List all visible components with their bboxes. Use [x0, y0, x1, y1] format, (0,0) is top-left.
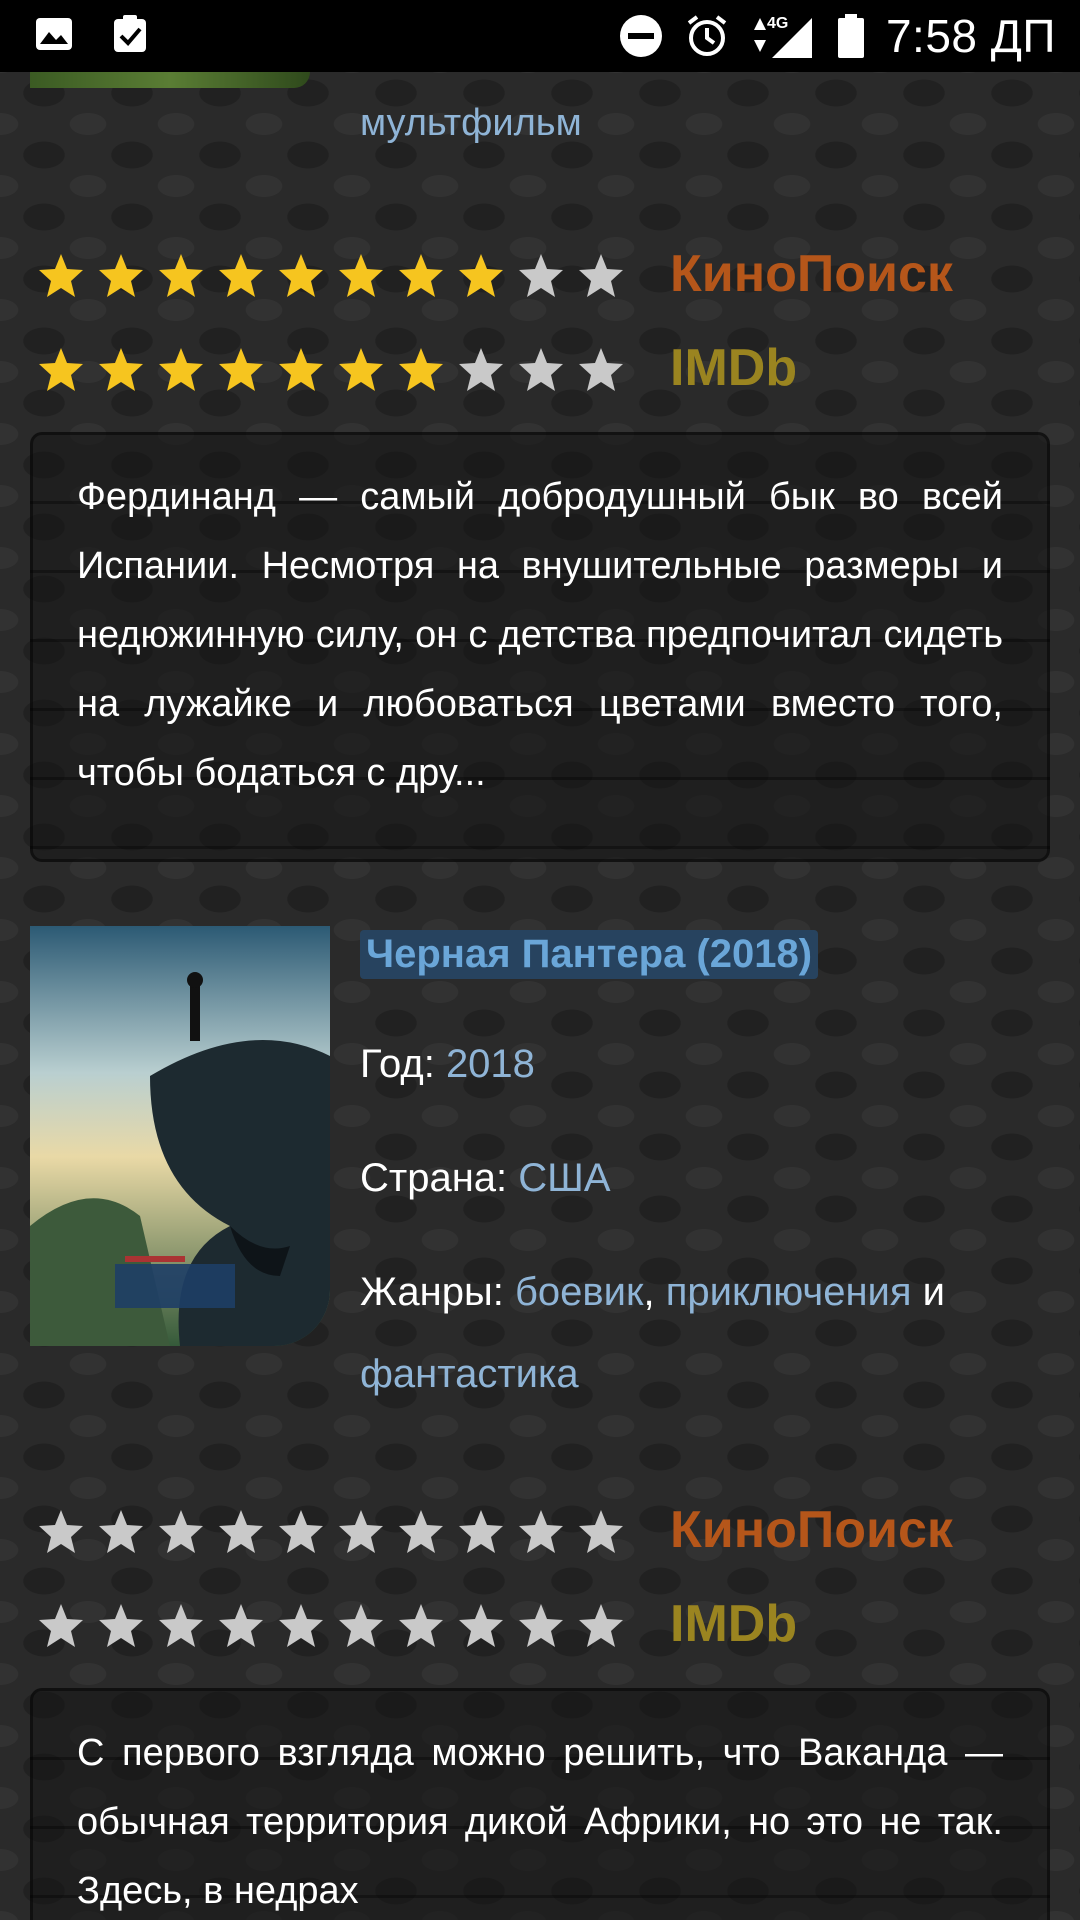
genre-link-cartoon[interactable]: мультфильм	[360, 102, 582, 145]
star-empty-icon[interactable]	[516, 251, 566, 301]
description-text: Фердинанд — самый добродушный бык во все…	[77, 476, 1003, 794]
do-not-disturb-icon	[619, 15, 662, 57]
imdb-label[interactable]: IMDb	[670, 1594, 797, 1654]
star-filled-icon[interactable]	[276, 345, 326, 395]
alarm-icon	[687, 15, 727, 56]
rating-stars	[36, 1601, 626, 1651]
genre-link-scifi[interactable]: фантастика	[360, 1352, 579, 1396]
genres-line-wrap: фантастика	[360, 1352, 579, 1397]
star-empty-icon[interactable]	[576, 1507, 626, 1557]
genre-link-adventure[interactable]: приключения	[666, 1270, 912, 1314]
star-empty-icon[interactable]	[456, 345, 506, 395]
star-empty-icon[interactable]	[576, 1601, 626, 1651]
star-filled-icon[interactable]	[396, 345, 446, 395]
poster-image	[30, 926, 330, 1346]
signal-4g-icon: 4G	[753, 15, 812, 58]
rating-stars	[36, 1507, 626, 1557]
movie-title-link[interactable]: Черная Пантера (2018)	[360, 930, 819, 979]
kinopoisk-label[interactable]: КиноПоиск	[670, 1500, 953, 1560]
status-bar: 4G 7:58 ДП	[0, 0, 1080, 72]
movie-poster[interactable]	[30, 926, 330, 1346]
star-empty-icon[interactable]	[516, 1507, 566, 1557]
image-icon	[36, 18, 72, 50]
clipboard-check-icon	[114, 15, 146, 52]
rating-row-kinopoisk: КиноПоиск	[36, 1501, 953, 1562]
country-link[interactable]: США	[518, 1156, 610, 1200]
kinopoisk-label[interactable]: КиноПоиск	[670, 244, 953, 304]
genre-separator: ,	[643, 1270, 655, 1314]
star-empty-icon[interactable]	[96, 1507, 146, 1557]
previous-movie-poster[interactable]	[30, 72, 310, 88]
star-empty-icon[interactable]	[276, 1601, 326, 1651]
description-box: С первого взгляда можно решить, что Вака…	[30, 1688, 1050, 1920]
genres-label: Жанры:	[360, 1270, 504, 1314]
star-filled-icon[interactable]	[276, 251, 326, 301]
star-empty-icon[interactable]	[516, 1601, 566, 1651]
star-filled-icon[interactable]	[336, 345, 386, 395]
star-empty-icon[interactable]	[396, 1601, 446, 1651]
star-empty-icon[interactable]	[216, 1507, 266, 1557]
description-text: С первого взгляда можно решить, что Вака…	[77, 1732, 1003, 1912]
rating-stars	[36, 251, 626, 301]
genre-link-action[interactable]: боевик	[515, 1270, 644, 1314]
star-filled-icon[interactable]	[36, 251, 86, 301]
star-empty-icon[interactable]	[156, 1507, 206, 1557]
rating-stars	[36, 345, 626, 395]
year-line: Год: 2018	[360, 1042, 535, 1087]
star-empty-icon[interactable]	[216, 1601, 266, 1651]
star-empty-icon[interactable]	[456, 1601, 506, 1651]
network-type-label: 4G	[767, 15, 788, 32]
star-filled-icon[interactable]	[216, 345, 266, 395]
star-empty-icon[interactable]	[96, 1601, 146, 1651]
star-filled-icon[interactable]	[216, 251, 266, 301]
battery-icon	[837, 14, 864, 58]
movie-info: Черная Пантера (2018) Год: 2018 Страна: …	[360, 926, 1060, 1426]
star-empty-icon[interactable]	[516, 345, 566, 395]
country-label: Страна:	[360, 1156, 508, 1200]
star-empty-icon[interactable]	[396, 1507, 446, 1557]
star-empty-icon[interactable]	[36, 1601, 86, 1651]
rating-row-kinopoisk: КиноПоиск	[36, 245, 953, 306]
description-box: Фердинанд — самый добродушный бык во все…	[30, 432, 1050, 862]
clock: 7:58 ДП	[885, 10, 1056, 62]
genres-line: Жанры: боевик, приключения и	[360, 1270, 945, 1315]
rating-row-imdb: IMDb	[36, 1595, 797, 1656]
rating-row-imdb: IMDb	[36, 339, 797, 400]
star-filled-icon[interactable]	[456, 251, 506, 301]
star-filled-icon[interactable]	[156, 251, 206, 301]
star-empty-icon[interactable]	[576, 251, 626, 301]
year-link[interactable]: 2018	[446, 1042, 535, 1086]
star-empty-icon[interactable]	[36, 1507, 86, 1557]
star-filled-icon[interactable]	[336, 251, 386, 301]
star-filled-icon[interactable]	[396, 251, 446, 301]
star-filled-icon[interactable]	[36, 345, 86, 395]
star-empty-icon[interactable]	[336, 1507, 386, 1557]
star-filled-icon[interactable]	[96, 345, 146, 395]
star-filled-icon[interactable]	[156, 345, 206, 395]
star-filled-icon[interactable]	[96, 251, 146, 301]
genre-conjunction: и	[922, 1270, 946, 1314]
star-empty-icon[interactable]	[276, 1507, 326, 1557]
country-line: Страна: США	[360, 1156, 611, 1201]
star-empty-icon[interactable]	[336, 1601, 386, 1651]
star-empty-icon[interactable]	[156, 1601, 206, 1651]
imdb-label[interactable]: IMDb	[670, 338, 797, 398]
star-empty-icon[interactable]	[576, 345, 626, 395]
year-label: Год:	[360, 1042, 435, 1086]
star-empty-icon[interactable]	[456, 1507, 506, 1557]
